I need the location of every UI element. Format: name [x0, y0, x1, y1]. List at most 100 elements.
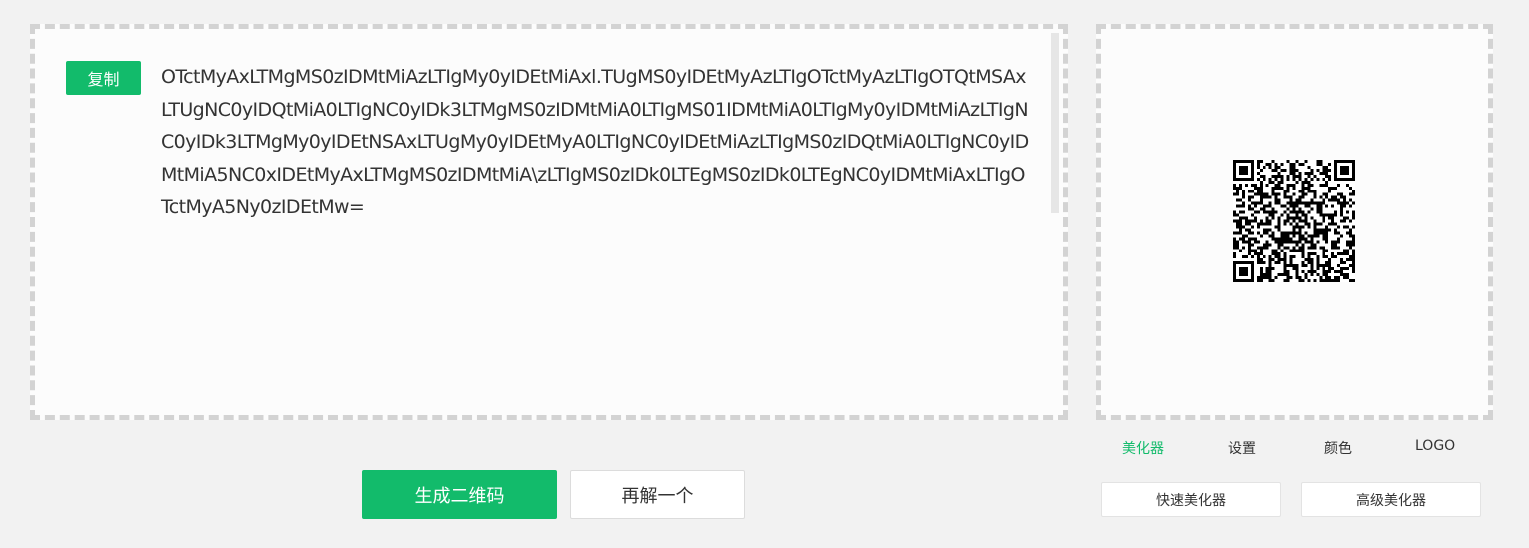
qr-module	[1244, 228, 1248, 232]
qr-module	[1262, 276, 1266, 280]
qr-module	[1307, 255, 1311, 259]
qr-module	[1313, 174, 1317, 178]
decoded-text-panel: 复制 OTctMyAxLTMgMS0zIDMtMiAzLTIgMy0yIDEtM…	[30, 24, 1068, 420]
qr-module	[1253, 237, 1257, 241]
qr-module	[1301, 195, 1305, 199]
qr-code-image	[1233, 160, 1355, 282]
qr-module	[1280, 168, 1284, 172]
qr-module	[1325, 195, 1329, 199]
qr-module	[1283, 210, 1287, 214]
qr-module	[1280, 273, 1284, 277]
tab-beautifier[interactable]: 美化器	[1122, 438, 1164, 458]
tab-logo[interactable]: LOGO	[1415, 438, 1455, 454]
qr-module	[1352, 225, 1355, 229]
quick-beautify-button[interactable]: 快速美化器	[1101, 482, 1281, 517]
qr-module	[1271, 168, 1275, 172]
decode-again-button[interactable]: 再解一个	[570, 470, 745, 519]
qr-module	[1262, 231, 1266, 235]
qr-module	[1346, 171, 1350, 175]
advanced-beautify-button[interactable]: 高级美化器	[1301, 482, 1481, 517]
qr-module	[1250, 273, 1254, 277]
qr-module	[1277, 222, 1281, 226]
qr-module	[1280, 231, 1284, 235]
qr-module	[1262, 174, 1266, 178]
qr-module	[1268, 276, 1272, 280]
tab-colors[interactable]: 颜色	[1324, 438, 1352, 458]
qr-module	[1250, 160, 1254, 163]
qr-module	[1250, 174, 1254, 178]
qr-module	[1325, 168, 1329, 172]
qr-module	[1352, 279, 1355, 282]
qr-module	[1286, 240, 1290, 244]
qr-module	[1256, 192, 1260, 196]
qr-module	[1283, 234, 1287, 238]
qr-module	[1301, 249, 1305, 253]
copy-button[interactable]: 复制	[66, 61, 141, 95]
qr-module	[1241, 165, 1245, 169]
qr-module	[1283, 231, 1287, 235]
qr-module	[1298, 219, 1302, 223]
qr-module	[1319, 204, 1323, 208]
qr-module	[1322, 165, 1326, 169]
qr-module	[1247, 207, 1251, 211]
qr-module	[1304, 273, 1308, 277]
qr-module	[1310, 171, 1314, 175]
qr-module	[1233, 267, 1236, 271]
qr-module	[1346, 210, 1350, 214]
qr-module	[1325, 165, 1329, 169]
qr-module	[1233, 162, 1236, 166]
qr-module	[1277, 174, 1281, 178]
qr-module	[1280, 204, 1284, 208]
qr-module	[1349, 255, 1353, 259]
qr-module	[1301, 279, 1305, 282]
qr-module	[1268, 264, 1272, 268]
scrollbar[interactable]	[1051, 33, 1059, 411]
qr-module	[1256, 201, 1260, 205]
qr-module	[1235, 186, 1239, 190]
qr-module	[1346, 168, 1350, 172]
qr-module	[1343, 168, 1347, 172]
qr-module	[1322, 201, 1326, 205]
qr-module	[1340, 261, 1344, 265]
qr-module	[1307, 261, 1311, 265]
qr-module	[1325, 171, 1329, 175]
qr-module	[1325, 255, 1329, 259]
qr-module	[1274, 162, 1278, 166]
qr-module	[1280, 213, 1284, 217]
qr-module	[1238, 261, 1242, 265]
qr-module	[1238, 228, 1242, 232]
qr-module	[1262, 255, 1266, 259]
scrollbar-thumb[interactable]	[1051, 33, 1059, 213]
qr-module	[1241, 261, 1245, 265]
qr-module	[1334, 165, 1338, 169]
qr-module	[1256, 225, 1260, 229]
qr-module	[1233, 177, 1236, 181]
qr-module	[1271, 207, 1275, 211]
qr-module	[1343, 261, 1347, 265]
tab-settings[interactable]: 设置	[1228, 438, 1256, 458]
qr-module	[1328, 186, 1332, 190]
qr-module	[1340, 219, 1344, 223]
qr-module	[1256, 165, 1260, 169]
qr-module	[1349, 279, 1353, 282]
qr-module	[1319, 246, 1323, 250]
qr-module	[1295, 180, 1299, 184]
qr-module	[1352, 160, 1355, 163]
qr-module	[1295, 168, 1299, 172]
qr-module	[1328, 261, 1332, 265]
qr-module	[1271, 216, 1275, 220]
qr-module	[1334, 162, 1338, 166]
generate-qr-button[interactable]: 生成二维码	[362, 470, 557, 519]
qr-module	[1334, 270, 1338, 274]
qr-module	[1271, 160, 1275, 163]
qr-module	[1307, 270, 1311, 274]
qr-module	[1289, 171, 1293, 175]
qr-module	[1295, 222, 1299, 226]
qr-module	[1331, 240, 1335, 244]
qr-module	[1274, 261, 1278, 265]
qr-module	[1280, 174, 1284, 178]
qr-module	[1289, 204, 1293, 208]
beautify-tabs: 美化器 设置 颜色 LOGO	[1096, 438, 1493, 462]
decoded-text[interactable]: OTctMyAxLTMgMS0zIDMtMiAzLTIgMy0yIDEtMiAx…	[161, 61, 1033, 224]
qr-module	[1295, 225, 1299, 229]
